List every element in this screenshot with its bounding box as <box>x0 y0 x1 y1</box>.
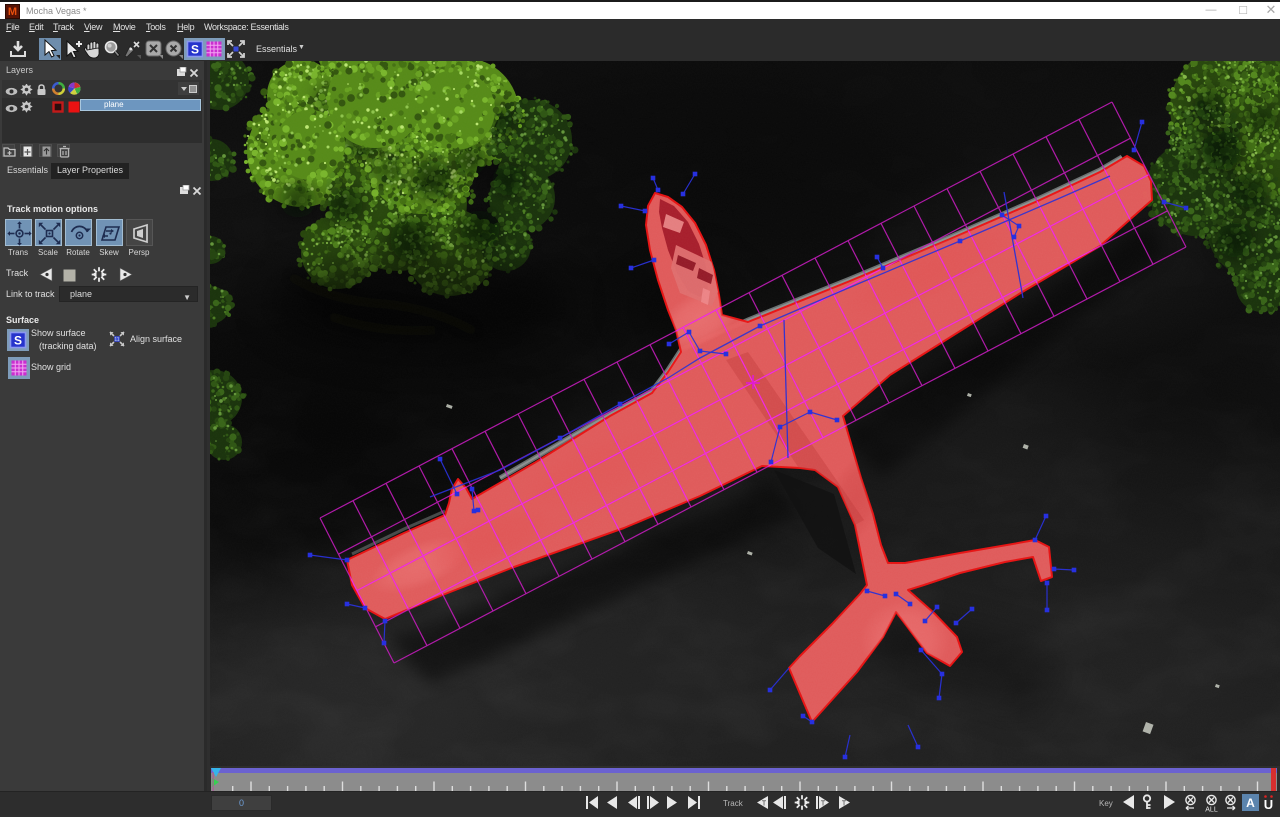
svg-text:11: 11 <box>114 337 119 343</box>
svg-text:S: S <box>14 334 22 348</box>
svg-text:S: S <box>191 43 199 57</box>
